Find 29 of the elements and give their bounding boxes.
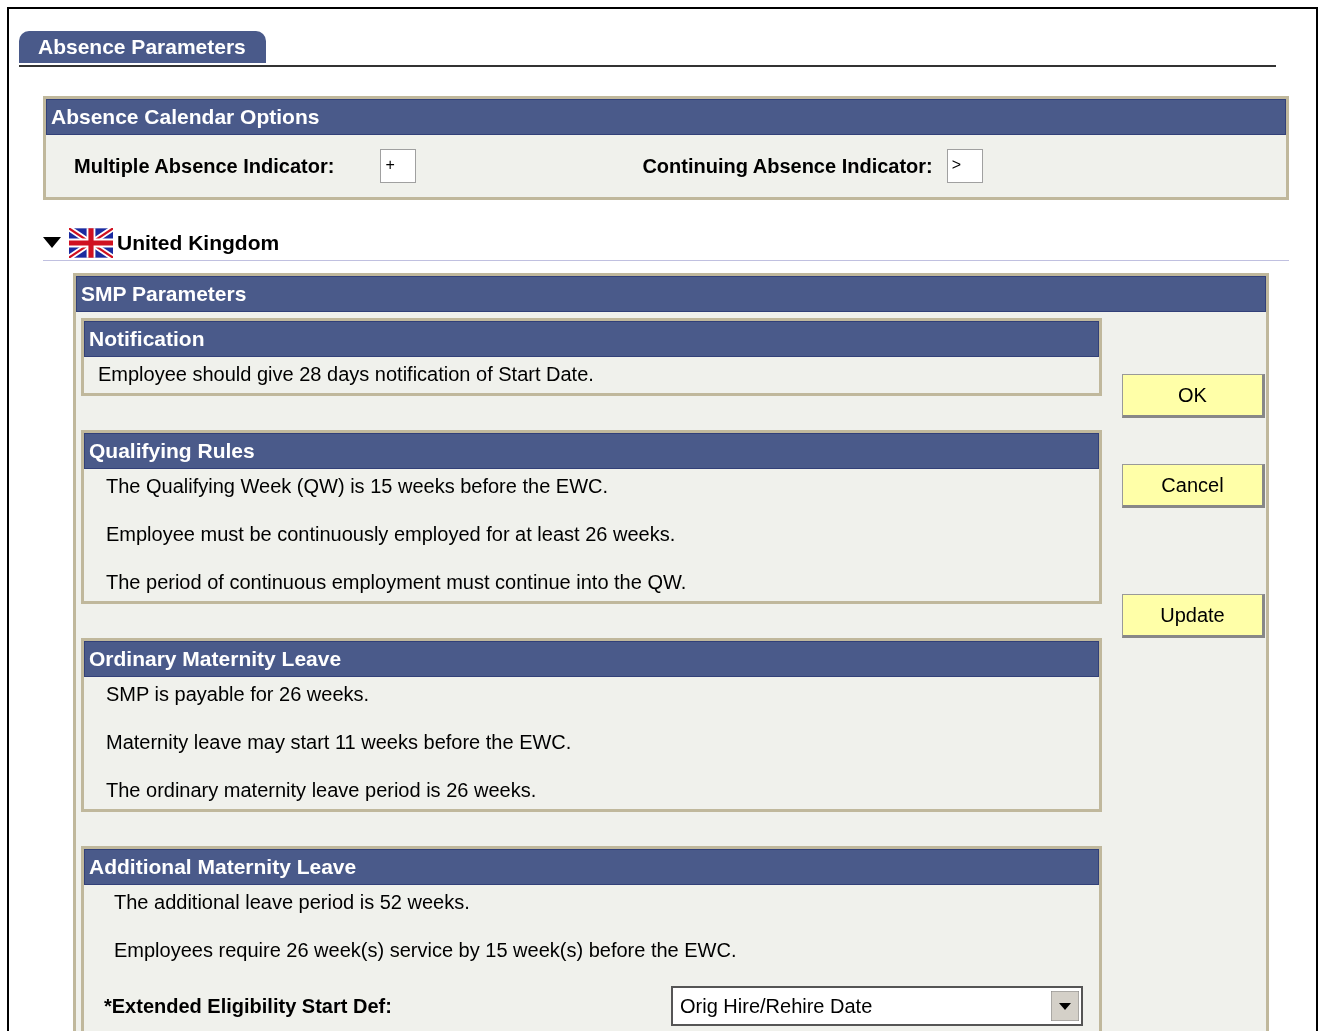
- info-text: Employees require 26 week(s) service by 15 week(s) before the EWC.: [113, 938, 738, 963]
- country-label: United Kingdom: [117, 231, 280, 255]
- info-text: The ordinary maternity leave period is 26 weeks.: [105, 778, 538, 803]
- section-header: Ordinary Maternity Leave: [84, 641, 1099, 677]
- flag-icon: [69, 228, 113, 258]
- action-button[interactable]: OK: [1122, 374, 1265, 418]
- dropdown-arrow-icon: [1051, 991, 1079, 1021]
- info-text: The additional leave period is 52 weeks.: [113, 890, 471, 915]
- field-label: Multiple Absence Indicator:: [74, 154, 335, 178]
- field-label: Continuing Absence Indicator:: [642, 154, 933, 178]
- collapse-icon[interactable]: [43, 237, 61, 249]
- section-header: Absence Calendar Options: [46, 99, 1286, 135]
- input-field[interactable]: >: [946, 149, 983, 183]
- action-button[interactable]: Cancel: [1122, 464, 1265, 508]
- info-text: Employee should give 28 days notification of Start Date.: [97, 362, 595, 387]
- action-button[interactable]: Update: [1122, 594, 1265, 638]
- info-text: Employee must be continuously employed for at least 26 weeks.: [105, 522, 677, 547]
- dropdown[interactable]: Orig Hire/Rehire Date: [671, 986, 1083, 1026]
- section-header: Qualifying Rules: [84, 433, 1099, 469]
- info-text: The Qualifying Week (QW) is 15 weeks before the EWC.: [105, 474, 610, 499]
- tab[interactable]: Absence Parameters: [19, 31, 266, 63]
- info-text: Maternity leave may start 11 weeks before the EWC.: [105, 730, 573, 755]
- info-text: The period of continuous employment must continue into the QW.: [105, 570, 688, 595]
- info-text: SMP is payable for 26 weeks.: [105, 682, 371, 707]
- field-label: *Extended Eligibility Start Def:: [104, 994, 392, 1018]
- section-header: Notification: [84, 321, 1099, 357]
- section-header: SMP Parameters: [76, 276, 1266, 312]
- section-header: Additional Maternity Leave: [84, 849, 1099, 885]
- input-field[interactable]: +: [380, 149, 417, 183]
